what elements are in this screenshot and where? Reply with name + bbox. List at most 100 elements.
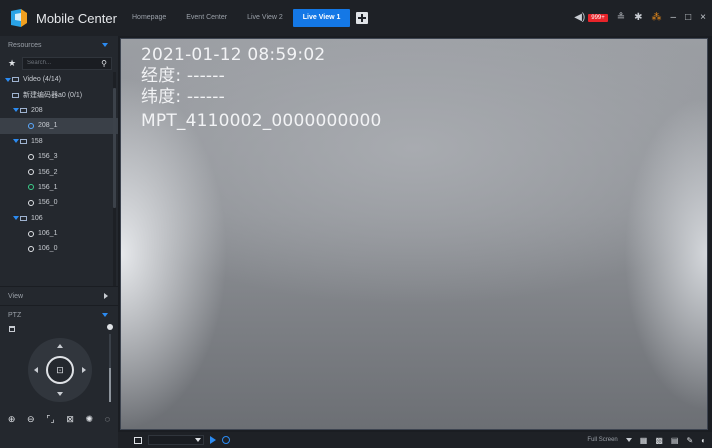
camera-online-icon	[28, 184, 34, 191]
tree-node-label: 156_0	[38, 199, 58, 207]
tree-node-208[interactable]: 208	[0, 103, 118, 118]
ptz-speed-icon	[107, 324, 113, 330]
tree-node-label: 156_2	[38, 168, 58, 176]
tree-scrollbar-thumb[interactable]	[113, 88, 116, 208]
layout-4-icon[interactable]: ▦	[640, 436, 648, 445]
camera-online-icon	[28, 122, 34, 129]
tab-live-view-1[interactable]: Live View 1	[292, 9, 351, 27]
layout-16-icon[interactable]: ▤	[671, 436, 679, 445]
light-icon[interactable]: ✺	[86, 414, 94, 425]
tree-node-106-1[interactable]: 106_1	[0, 226, 118, 241]
view-label: View	[8, 292, 24, 300]
notification-icon[interactable]: ⁂	[652, 13, 662, 23]
search-box[interactable]: ⚲	[22, 56, 112, 70]
tree-node-156-0[interactable]: 156_0	[0, 195, 118, 210]
play-icon[interactable]	[210, 436, 216, 444]
edit-layout-icon[interactable]: ✎	[686, 436, 693, 445]
expand-caret-icon[interactable]	[13, 139, 19, 144]
alarm-sound-icon[interactable]: ◀)	[574, 13, 585, 23]
search-input[interactable]	[27, 60, 87, 66]
tree-node-208-1[interactable]: 208_1	[0, 118, 118, 134]
layout-controls: Full Screen ▦ ▩ ▤ ✎ ◐	[587, 432, 706, 448]
device-icon	[20, 138, 27, 144]
ptz-right-arrow-icon[interactable]	[82, 367, 86, 373]
ptz-down-arrow-icon[interactable]	[57, 392, 63, 396]
chevron-down-icon[interactable]	[195, 438, 201, 442]
sidebar: Resources ★ ⚲ Video (4/14) 新建编码器a0 (0/1)…	[0, 36, 118, 448]
minimize-icon[interactable]: –	[671, 13, 677, 23]
tab-homepage[interactable]: Homepage	[122, 9, 176, 27]
osd-latitude: 纬度: ------	[141, 87, 225, 107]
expand-caret-icon[interactable]	[5, 77, 11, 82]
tab-live-view-2[interactable]: Live View 2	[237, 9, 293, 27]
favorite-star-icon[interactable]: ★	[8, 58, 22, 69]
chevron-right-icon[interactable]	[104, 293, 108, 299]
tree-node-158[interactable]: 158	[0, 134, 118, 149]
live-view-toolbar: Full Screen ▦ ▩ ▤ ✎ ◐	[118, 432, 712, 448]
ptz-center-button[interactable]: ⊡	[46, 356, 74, 384]
alarm-count-badge[interactable]: 999+	[588, 14, 608, 22]
camera-icon	[28, 169, 34, 176]
tree-node-label: Video (4/14)	[23, 76, 62, 84]
playback-controls	[118, 435, 230, 445]
tree-node-encoder-a0[interactable]: 新建编码器a0 (0/1)	[0, 87, 118, 102]
settings-gear-icon[interactable]: ✱	[634, 13, 642, 23]
ptz-up-arrow-icon[interactable]	[57, 344, 63, 348]
tree-node-label: 新建编码器a0 (0/1)	[23, 92, 83, 100]
record-icon[interactable]	[222, 436, 230, 444]
ptz-panel-header[interactable]: PTZ	[0, 305, 118, 324]
tree-node-label: 156_1	[38, 183, 58, 191]
tab-bar: Homepage Event Center Live View 2 Live V…	[122, 0, 369, 36]
maximize-icon[interactable]: □	[685, 13, 691, 23]
chevron-down-icon[interactable]	[102, 313, 108, 317]
zoom-in-icon[interactable]: ⊕	[8, 414, 16, 425]
tree-node-video[interactable]: Video (4/14)	[0, 72, 118, 87]
live-view-area: 2021-01-12 08:59:02 经度: ------ 纬度: -----…	[118, 36, 712, 432]
resources-label: Resources	[8, 41, 42, 49]
save-icon[interactable]	[134, 436, 142, 444]
camera-icon	[28, 245, 34, 252]
focus-icon[interactable]: ⌜⌟	[46, 414, 54, 425]
expand-caret-icon[interactable]	[13, 216, 19, 221]
chevron-down-icon[interactable]	[625, 438, 632, 442]
tree-node-label: 106_1	[38, 230, 58, 238]
tab-event-center[interactable]: Event Center	[176, 9, 237, 27]
tree-node-156-3[interactable]: 156_3	[0, 149, 118, 164]
app-title: Mobile Center	[36, 10, 117, 26]
ptz-toolbar: ⊕ ⊖ ⌜⌟ ⊠ ✺ ◌	[0, 410, 118, 428]
ptz-control-panel: ⊡ ⊕ ⊖ ⌜⌟ ⊠ ✺ ◌	[0, 324, 118, 428]
tree-node-label: 208_1	[38, 122, 58, 130]
fullscreen-label[interactable]: Full Screen	[587, 437, 617, 443]
iris-icon[interactable]: ⊠	[66, 414, 74, 425]
resource-tree: Video (4/14) 新建编码器a0 (0/1) 208 208_1 158…	[0, 72, 118, 286]
tree-node-106[interactable]: 106	[0, 211, 118, 226]
tree-node-label: 158	[31, 137, 43, 145]
ptz-left-arrow-icon[interactable]	[34, 367, 38, 373]
camera-icon	[28, 153, 34, 160]
osd-device-id: MPT_4110002_0000000000	[141, 111, 382, 131]
chevron-down-icon[interactable]	[102, 43, 108, 47]
video-window[interactable]: 2021-01-12 08:59:02 经度: ------ 纬度: -----…	[120, 38, 708, 430]
resources-panel-header[interactable]: Resources	[0, 36, 118, 54]
tree-node-156-2[interactable]: 156_2	[0, 164, 118, 179]
tree-node-label: 106	[31, 214, 43, 222]
more-icon[interactable]: ◐	[701, 436, 706, 445]
user-icon[interactable]: ≗	[617, 13, 625, 23]
zoom-out-icon[interactable]: ⊖	[27, 414, 35, 425]
tree-node-156-1[interactable]: 156_1	[0, 180, 118, 195]
close-icon[interactable]: ×	[700, 13, 706, 23]
title-bar-controls: ◀) 999+ ≗ ✱ ⁂ – □ ×	[574, 0, 706, 36]
add-tab-button[interactable]	[356, 12, 369, 24]
layout-9-icon[interactable]: ▩	[655, 436, 663, 445]
stream-select[interactable]	[148, 435, 204, 445]
ptz-joystick[interactable]: ⊡	[28, 338, 92, 402]
device-icon	[20, 215, 27, 221]
ptz-lock-icon[interactable]	[9, 326, 15, 332]
ptz-label: PTZ	[8, 311, 22, 319]
search-icon[interactable]: ⚲	[101, 59, 107, 68]
camera-icon	[28, 199, 34, 206]
tree-node-106-0[interactable]: 106_0	[0, 241, 118, 256]
preset-icon[interactable]: ◌	[105, 414, 110, 424]
expand-caret-icon[interactable]	[13, 108, 19, 113]
view-panel-header[interactable]: View	[0, 286, 118, 305]
